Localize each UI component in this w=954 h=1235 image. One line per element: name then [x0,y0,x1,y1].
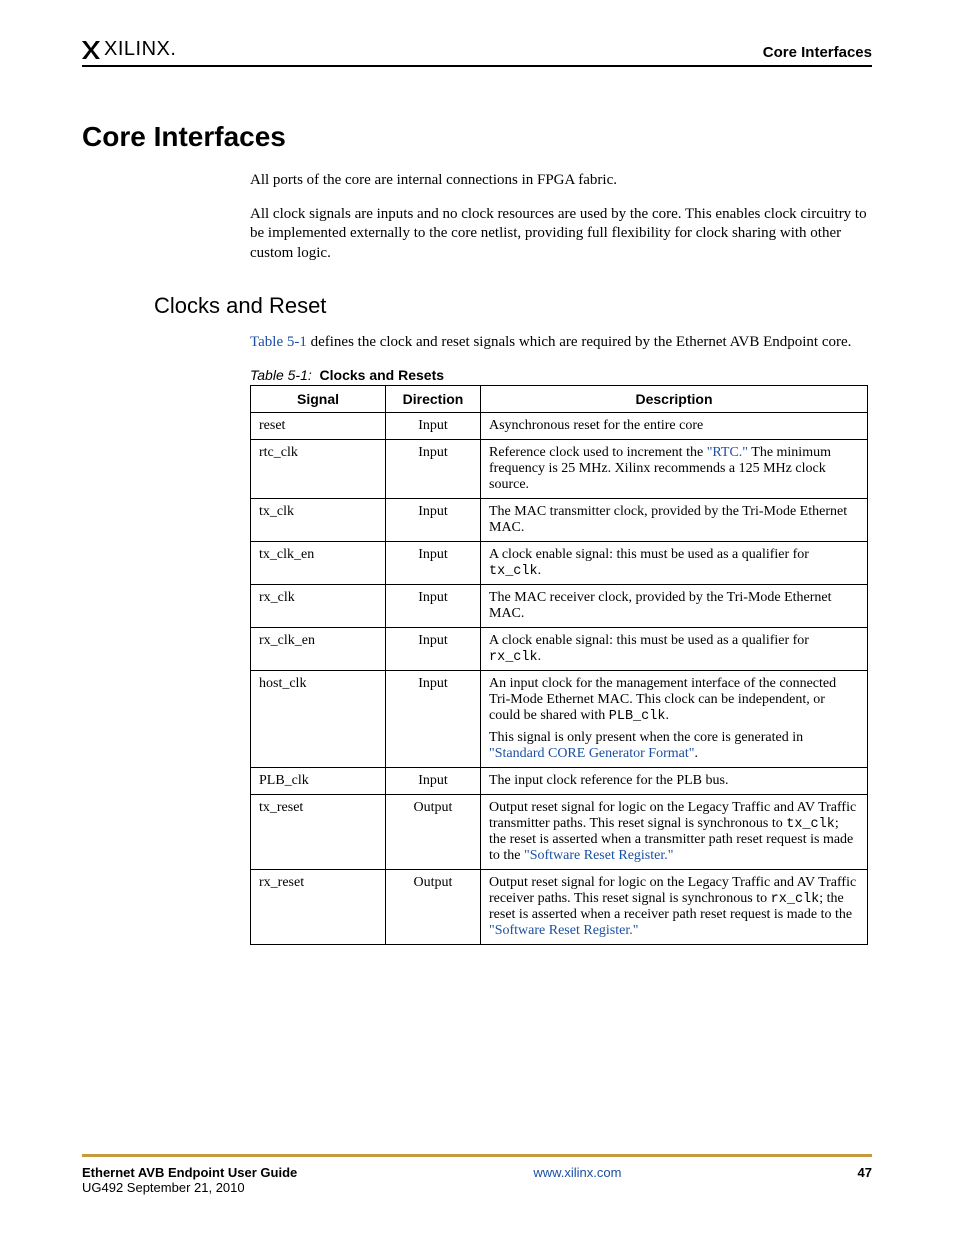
code-token: PLB_clk [609,709,666,724]
cell-direction: Input [386,670,481,767]
page-footer: Ethernet AVB Endpoint User Guide UG492 S… [82,1154,872,1195]
cell-signal: tx_reset [251,794,386,869]
text-run: Reference clock used to increment the [489,445,707,460]
cell-description: Output reset signal for logic on the Leg… [481,794,868,869]
cell-description: Output reset signal for logic on the Leg… [481,869,868,944]
table-row: host_clkInputAn input clock for the mana… [251,670,868,767]
header-section-title: Core Interfaces [763,44,872,61]
cell-signal: rx_reset [251,869,386,944]
col-header-description: Description [481,385,868,412]
intro-paragraph-2: All clock signals are inputs and no cloc… [250,205,872,264]
cell-description: Asynchronous reset for the entire core [481,412,868,439]
col-header-signal: Signal [251,385,386,412]
table-caption: Table 5-1: Clocks and Resets [250,367,872,383]
text-run: The MAC transmitter clock, provided by t… [489,504,847,535]
doc-cross-ref-link[interactable]: "Software Reset Register." [489,923,638,938]
code-token: rx_clk [489,650,538,665]
code-token: rx_clk [771,892,820,907]
cell-description: The MAC receiver clock, provided by the … [481,584,868,627]
cell-direction: Input [386,412,481,439]
code-token: tx_clk [489,564,538,579]
text-run: The MAC receiver clock, provided by the … [489,590,832,621]
cell-direction: Input [386,498,481,541]
cell-description: A clock enable signal: this must be used… [481,541,868,584]
cell-description: An input clock for the management interf… [481,670,868,767]
cell-direction: Input [386,627,481,670]
table-row: tx_resetOutputOutput reset signal for lo… [251,794,868,869]
footer-page-number: 47 [858,1165,872,1180]
cell-signal: rx_clk_en [251,627,386,670]
table-row: tx_clkInput The MAC transmitter clock, pr… [251,498,868,541]
cell-signal: rx_clk [251,584,386,627]
col-header-direction: Direction [386,385,481,412]
table-header-row: Signal Direction Description [251,385,868,412]
doc-cross-ref-link[interactable]: "RTC." [707,445,748,460]
cell-direction: Input [386,439,481,498]
code-token: tx_clk [786,817,835,832]
cell-signal: rtc_clk [251,439,386,498]
table-row: rtc_clkInputReference clock used to incr… [251,439,868,498]
cell-description: The MAC transmitter clock, provided by t… [481,498,868,541]
subsection-intro-text: defines the clock and reset signals whic… [307,334,852,350]
cell-signal: tx_clk_en [251,541,386,584]
footer-url[interactable]: www.xilinx.com [533,1165,621,1180]
xilinx-logo-icon [82,41,100,59]
table-ref-link[interactable]: Table 5-1 [250,334,307,350]
subsection-heading: Clocks and Reset [154,293,872,319]
text-run: Asynchronous reset for the entire core [489,418,703,433]
text-run: . [538,649,542,664]
text-run: . [538,563,542,578]
xilinx-logo: XILINX. [82,38,176,61]
description-paragraph: An input clock for the management interf… [489,676,859,724]
doc-cross-ref-link[interactable]: "Software Reset Register." [524,848,673,863]
doc-cross-ref-link[interactable]: "Standard CORE Generator Format" [489,746,694,761]
intro-paragraph-1: All ports of the core are internal conne… [250,171,872,191]
page-header: XILINX. Core Interfaces [82,38,872,67]
table-row: rx_clkInput The MAC receiver clock, provi… [251,584,868,627]
cell-direction: Input [386,584,481,627]
table-row: rx_resetOutputOutput reset signal for lo… [251,869,868,944]
clocks-resets-table: Signal Direction Description resetInputA… [250,385,868,945]
text-run: . [665,708,669,723]
cell-direction: Output [386,794,481,869]
footer-doc-sub: UG492 September 21, 2010 [82,1180,297,1195]
table-row: rx_clk_enInput A clock enable signal: thi… [251,627,868,670]
cell-direction: Input [386,767,481,794]
cell-description: Reference clock used to increment the "R… [481,439,868,498]
cell-signal: PLB_clk [251,767,386,794]
cell-direction: Output [386,869,481,944]
text-run: A clock enable signal: this must be used… [489,633,809,648]
table-row: tx_clk_enInput A clock enable signal: thi… [251,541,868,584]
cell-signal: reset [251,412,386,439]
cell-description: A clock enable signal: this must be used… [481,627,868,670]
table-title: Clocks and Resets [320,367,445,383]
footer-doc-title: Ethernet AVB Endpoint User Guide [82,1165,297,1180]
description-paragraph: This signal is only present when the cor… [489,730,859,762]
logo-text: XILINX. [104,38,176,61]
cell-signal: host_clk [251,670,386,767]
table-number: Table 5-1: [250,367,312,383]
section-heading: Core Interfaces [82,121,872,153]
table-row: resetInput Asynchronous reset for the ent… [251,412,868,439]
cell-signal: tx_clk [251,498,386,541]
text-run: The input clock reference for the PLB bu… [489,773,728,788]
cell-description: The input clock reference for the PLB bu… [481,767,868,794]
text-run: This signal is only present when the cor… [489,730,803,745]
table-row: PLB_clkInput The input clock reference fo… [251,767,868,794]
text-run: A clock enable signal: this must be used… [489,547,809,562]
subsection-intro: Table 5-1 defines the clock and reset si… [250,333,872,353]
text-run: . [694,746,698,761]
cell-direction: Input [386,541,481,584]
